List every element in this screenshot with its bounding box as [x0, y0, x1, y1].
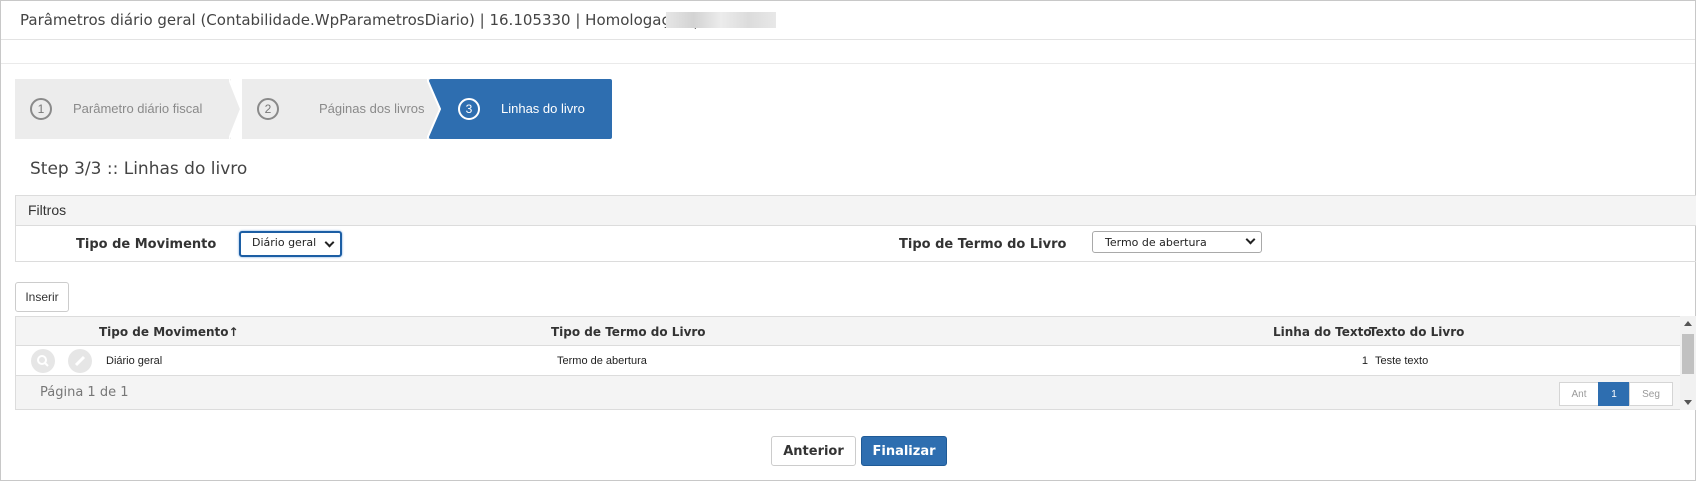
previous-button[interactable]: Anterior: [771, 436, 856, 466]
step-title: Step 3/3 :: Linhas do livro: [30, 159, 248, 179]
chevron-down-icon: [1245, 234, 1256, 245]
sort-asc-icon: ↑: [228, 325, 239, 339]
divider: [1, 63, 1695, 64]
finish-button[interactable]: Finalizar: [861, 436, 947, 466]
tipo-movimento-value: Diário geral: [252, 236, 317, 249]
filters-title: Filtros: [28, 202, 67, 218]
scroll-thumb[interactable]: [1682, 334, 1694, 374]
step-number-3: 3: [458, 98, 480, 120]
cell-texto-livro: Teste texto: [1375, 355, 1429, 367]
lines-grid: Tipo de Movimento↑ Tipo de Termo do Livr…: [15, 316, 1681, 410]
search-icon[interactable]: [31, 349, 55, 373]
step-label-3: Linhas do livro: [501, 101, 585, 116]
pager-prev-button[interactable]: Ant: [1559, 382, 1599, 406]
window-title: Parâmetros diário geral (Contabilidade.W…: [20, 11, 698, 29]
tipo-termo-select[interactable]: Termo de abertura: [1092, 231, 1262, 253]
col-header-tipo-movimento[interactable]: Tipo de Movimento↑: [99, 325, 239, 339]
tipo-movimento-select[interactable]: Diário geral: [239, 231, 342, 257]
table-row[interactable]: Diário geral Termo de abertura 1 Teste t…: [16, 346, 1681, 376]
step-number-1: 1: [30, 98, 52, 120]
pager-next-button[interactable]: Seg: [1629, 382, 1673, 406]
scroll-down-icon[interactable]: [1684, 400, 1692, 405]
scroll-up-icon[interactable]: [1684, 321, 1692, 326]
wizard-steps: 1 Parâmetro diário fiscal 2 Páginas dos …: [15, 79, 612, 139]
col-header-texto-livro[interactable]: Texto do Livro: [1369, 325, 1464, 339]
title-bar: Parâmetros diário geral (Contabilidade.W…: [1, 1, 1695, 40]
chevron-down-icon: [324, 237, 335, 248]
pager-current-page[interactable]: 1: [1598, 382, 1630, 406]
page-info: Página 1 de 1: [40, 385, 129, 400]
grid-header: Tipo de Movimento↑ Tipo de Termo do Livr…: [16, 317, 1681, 346]
tipo-termo-label: Tipo de Termo do Livro: [899, 237, 1067, 252]
insert-button[interactable]: Inserir: [15, 282, 69, 312]
redacted-environment: [666, 12, 776, 28]
step-divider-icon: [229, 79, 243, 139]
filters-header: Filtros: [16, 196, 1696, 226]
wizard-step-1[interactable]: 1 Parâmetro diário fiscal: [15, 79, 231, 139]
cell-linha-texto: 1: [1361, 355, 1368, 367]
step-label-1: Parâmetro diário fiscal: [73, 101, 203, 116]
wizard-step-3[interactable]: 3 Linhas do livro: [429, 79, 612, 139]
step-number-2: 2: [257, 98, 279, 120]
cell-tipo-movimento: Diário geral: [106, 355, 163, 367]
cell-tipo-termo: Termo de abertura: [557, 355, 647, 367]
grid-footer: Página 1 de 1 Ant 1 Seg: [16, 376, 1681, 409]
tipo-termo-value: Termo de abertura: [1105, 236, 1207, 249]
col-header-linha-texto[interactable]: Linha do Texto: [1273, 325, 1372, 339]
pager: Ant 1 Seg: [1559, 382, 1673, 406]
step-arrow-icon: [427, 79, 441, 139]
vertical-scrollbar[interactable]: [1680, 316, 1696, 410]
filters-panel: Filtros Tipo de Movimento Diário geral T…: [15, 195, 1696, 262]
tipo-movimento-label: Tipo de Movimento: [76, 237, 217, 252]
step-label-2: Páginas dos livros: [319, 101, 425, 116]
edit-icon[interactable]: [68, 349, 92, 373]
col-header-tipo-termo[interactable]: Tipo de Termo do Livro: [551, 325, 706, 339]
wizard-step-2[interactable]: 2 Páginas dos livros: [242, 79, 445, 139]
